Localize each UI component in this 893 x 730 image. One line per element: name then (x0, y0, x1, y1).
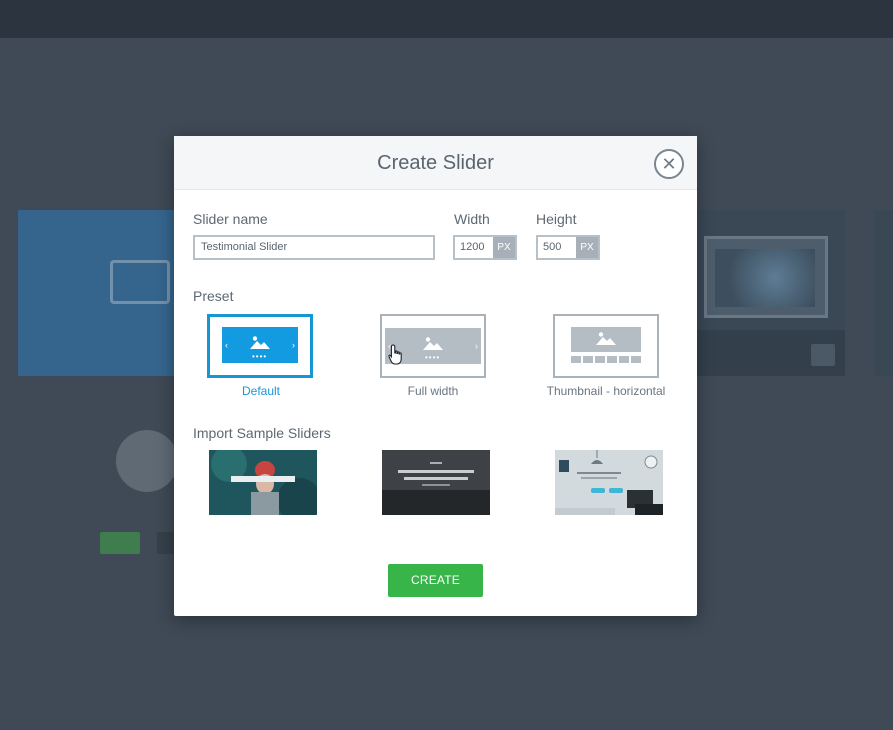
sample-slider-3-preview (555, 450, 663, 515)
pagination-dots: •••• (252, 352, 268, 361)
preset-full-width-label: Full width (407, 384, 459, 398)
width-unit: PX (493, 237, 515, 258)
width-input[interactable]: 1200 PX (453, 235, 517, 260)
import-sample-sliders-label: Import Sample Sliders (193, 425, 331, 441)
sample-slider-1[interactable] (209, 450, 317, 515)
chevron-left-icon: ‹ (225, 340, 228, 350)
width-value: 1200 (460, 241, 485, 253)
preset-default[interactable]: ‹ › •••• (207, 314, 313, 378)
height-unit: PX (576, 237, 598, 258)
preset-default-label: Default (241, 384, 281, 398)
create-slider-modal: Create Slider ✕ Slider name Testimonial … (174, 136, 697, 616)
height-value: 500 (543, 241, 562, 253)
sample-slider-2[interactable] (382, 450, 490, 515)
modal-title: Create Slider (377, 152, 494, 174)
background-template-card (690, 210, 845, 376)
slider-name-input[interactable]: Testimonial Slider (193, 235, 435, 260)
image-icon (423, 337, 443, 350)
thumbnail-horizontal-preset-icon (571, 327, 641, 352)
close-icon[interactable]: ✕ (654, 149, 684, 179)
preset-thumbnail-horizontal-label: Thumbnail - horizontal (546, 384, 666, 398)
preset-label: Preset (193, 288, 234, 304)
chevron-right-icon: › (292, 340, 295, 350)
image-icon (596, 332, 616, 345)
preset-thumbnail-horizontal[interactable] (553, 314, 659, 378)
sample-slider-1-preview (209, 450, 317, 515)
background-card-button (811, 344, 835, 366)
slider-name-label: Slider name (193, 211, 268, 227)
create-button[interactable]: CREATE (388, 564, 483, 597)
sample-slider-3[interactable] (555, 450, 663, 515)
image-icon (250, 336, 270, 349)
hand-cursor-icon (388, 344, 402, 365)
chevron-right-icon: › (475, 341, 478, 351)
background-dark-button (157, 532, 175, 554)
thumbnail-strip (571, 356, 641, 363)
background-avatar (116, 430, 178, 492)
sample-slider-2-preview (382, 450, 490, 515)
app-topbar (0, 0, 893, 38)
width-label: Width (454, 211, 490, 227)
background-template-card (874, 210, 893, 376)
height-label: Height (536, 211, 577, 227)
modal-header: Create Slider ✕ (174, 136, 697, 190)
background-green-button (100, 532, 140, 554)
default-preset-icon: ‹ › •••• (222, 327, 298, 363)
image-icon (110, 260, 170, 304)
background-thumbnail (704, 236, 828, 318)
height-input[interactable]: 500 PX (536, 235, 600, 260)
pagination-dots: •••• (425, 353, 441, 362)
